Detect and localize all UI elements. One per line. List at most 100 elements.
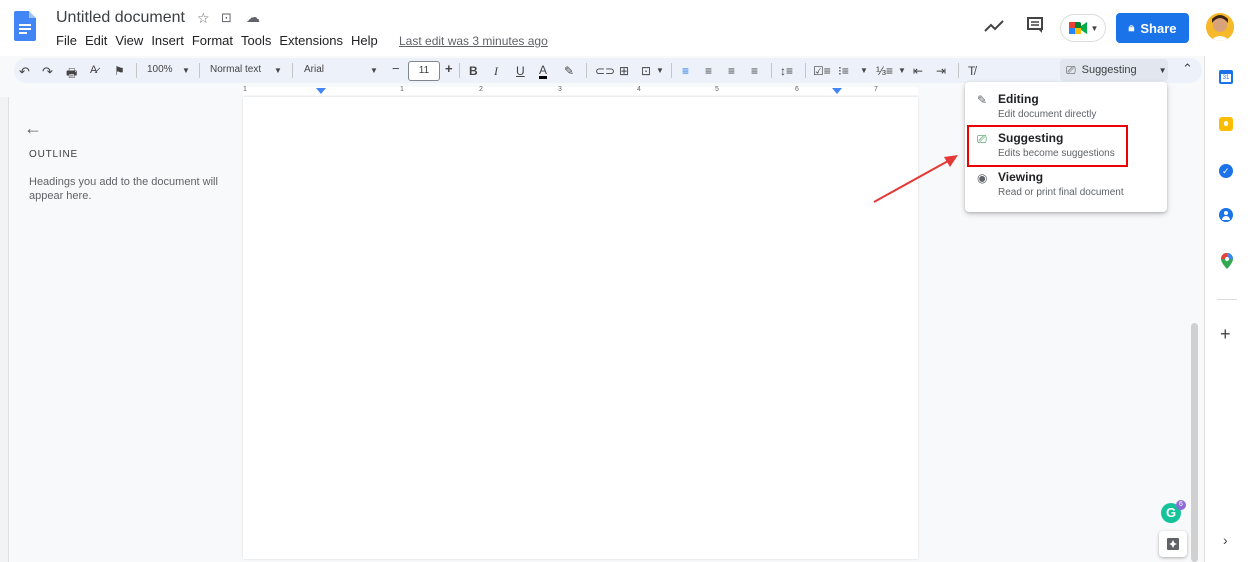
meet-icon [1068, 22, 1087, 34]
chevron-down-icon: ▼ [1090, 23, 1099, 33]
annotation-highlight-box [967, 125, 1128, 167]
grammarly-count-badge: 6 [1176, 500, 1186, 510]
cloud-status-icon[interactable]: ☁ [246, 9, 260, 26]
tasks-icon[interactable]: ✓ [1219, 164, 1233, 178]
menu-help[interactable]: Help [347, 33, 382, 48]
side-panel: 31 ✓ + › [1204, 56, 1260, 562]
contacts-icon[interactable] [1219, 208, 1233, 222]
decrease-indent-icon[interactable]: ⇤ [913, 64, 923, 78]
calendar-icon[interactable]: 31 [1219, 70, 1233, 84]
clear-formatting-icon[interactable]: T̸ [968, 64, 975, 78]
explore-icon [1167, 538, 1179, 550]
menu-bar: File Edit View Insert Format Tools Exten… [56, 33, 382, 48]
expand-panel-chevron-right-icon[interactable]: › [1223, 532, 1228, 548]
insert-image-icon[interactable]: ⊡ [641, 64, 651, 78]
chevron-down-icon: ▼ [656, 66, 664, 75]
undo-icon[interactable]: ↶ [19, 64, 30, 80]
star-icon[interactable]: ☆ [197, 10, 210, 27]
font-select[interactable]: Arial [304, 64, 324, 75]
document-title[interactable]: Untitled document [56, 9, 185, 27]
eye-icon: ◉ [977, 171, 988, 185]
menu-item-viewing[interactable]: ◉ Viewing Read or print final document [965, 166, 1167, 204]
increase-indent-icon[interactable]: ⇥ [936, 64, 946, 78]
outline-title: OUTLINE [29, 149, 78, 160]
ruler-number: 1 [400, 86, 404, 93]
add-addon-plus-icon[interactable]: + [1220, 324, 1231, 345]
hide-menus-chevron-up-icon[interactable]: ⌃ [1182, 61, 1193, 77]
menu-item-label: Editing [998, 92, 1039, 106]
underline-icon[interactable]: U [516, 64, 525, 78]
meet-button[interactable]: ▼ [1060, 14, 1106, 42]
align-right-icon[interactable]: ≡ [728, 64, 735, 78]
increase-font-size-icon[interactable]: + [445, 61, 453, 76]
add-comment-icon[interactable]: ⊞ [619, 64, 629, 78]
menu-item-description: Read or print final document [998, 187, 1124, 198]
last-edit-link[interactable]: Last edit was 3 minutes ago [399, 34, 548, 48]
menu-item-description: Edit document directly [998, 109, 1097, 120]
left-indent-marker-icon[interactable] [315, 87, 327, 95]
text-color-icon[interactable]: A [539, 64, 548, 79]
ruler-number: 7 [874, 86, 878, 93]
pencil-icon: ✎ [977, 93, 988, 107]
ruler-number: 6 [795, 86, 799, 93]
lock-icon: 🔒︎ [1128, 21, 1135, 34]
bold-icon[interactable]: B [469, 64, 478, 78]
ruler-number: 2 [479, 86, 483, 93]
decrease-font-size-icon[interactable]: − [392, 61, 400, 76]
spellcheck-icon[interactable]: A̷ [90, 64, 97, 76]
redo-icon[interactable]: ↷ [42, 64, 53, 80]
ruler-number: 1 [243, 86, 247, 93]
ruler-number: 3 [558, 86, 562, 93]
highlight-color-icon[interactable]: ✎ [564, 64, 574, 78]
header: Untitled document ☆ ⊡ ☁ File Edit View I… [0, 0, 1260, 56]
vertical-scrollbar[interactable] [1191, 323, 1198, 562]
paint-format-icon[interactable]: ⚑ [114, 64, 125, 78]
outline-hint: Headings you add to the document will ap… [29, 176, 218, 202]
document-page[interactable] [243, 97, 918, 559]
menu-format[interactable]: Format [188, 33, 237, 48]
share-button[interactable]: 🔒︎ Share [1116, 13, 1189, 43]
avatar[interactable] [1206, 13, 1234, 41]
align-left-icon[interactable]: ≡ [682, 64, 689, 78]
suggest-icon: ⎚ [1066, 62, 1076, 77]
editing-mode-label: Suggesting [1081, 64, 1137, 76]
menu-insert[interactable]: Insert [147, 33, 188, 48]
checklist-icon[interactable]: ☑≡ [813, 64, 831, 78]
chevron-down-icon: ▼ [182, 66, 190, 75]
keep-icon[interactable] [1219, 117, 1233, 131]
activity-trend-icon[interactable] [983, 18, 1005, 34]
move-folder-icon[interactable]: ⊡ [221, 10, 232, 26]
chevron-down-icon: ▼ [860, 66, 868, 75]
align-justify-icon[interactable]: ≡ [751, 64, 758, 78]
italic-icon[interactable]: I [494, 64, 498, 79]
close-outline-back-arrow-icon[interactable]: ← [24, 118, 42, 139]
chevron-down-icon: ▼ [898, 66, 906, 75]
line-spacing-icon[interactable]: ↕≡ [780, 64, 793, 78]
annotation-arrow [873, 155, 958, 203]
zoom-select[interactable]: 100% [147, 64, 173, 75]
print-icon[interactable]: 🖶︎ [66, 64, 77, 85]
menu-tools[interactable]: Tools [237, 33, 275, 48]
bulleted-list-icon[interactable]: ⁝≡ [838, 64, 849, 78]
menu-view[interactable]: View [111, 33, 147, 48]
ruler-page-area[interactable] [243, 87, 918, 95]
menu-file[interactable]: File [56, 33, 81, 48]
menu-item-label: Viewing [998, 170, 1044, 184]
right-indent-marker-icon[interactable] [831, 87, 843, 95]
align-center-icon[interactable]: ≡ [705, 64, 712, 78]
docs-logo-icon[interactable] [14, 11, 36, 41]
link-icon[interactable]: ⊂⊃ [595, 64, 615, 78]
comments-icon[interactable] [1026, 16, 1044, 34]
ruler-number: 5 [715, 86, 719, 93]
chevron-down-icon: ▼ [274, 66, 282, 75]
menu-item-editing[interactable]: ✎ Editing Edit document directly [965, 88, 1167, 126]
numbered-list-icon[interactable]: ⅓≡ [876, 64, 893, 78]
menu-extensions[interactable]: Extensions [275, 33, 347, 48]
style-select[interactable]: Normal text [210, 64, 261, 75]
chevron-down-icon: ▼ [370, 66, 378, 75]
maps-icon[interactable] [1221, 253, 1233, 269]
font-size-input[interactable]: 11 [408, 61, 440, 81]
editing-mode-button[interactable]: ⎚ Suggesting ▼ [1060, 59, 1168, 81]
explore-button[interactable] [1159, 531, 1187, 557]
menu-edit[interactable]: Edit [81, 33, 111, 48]
